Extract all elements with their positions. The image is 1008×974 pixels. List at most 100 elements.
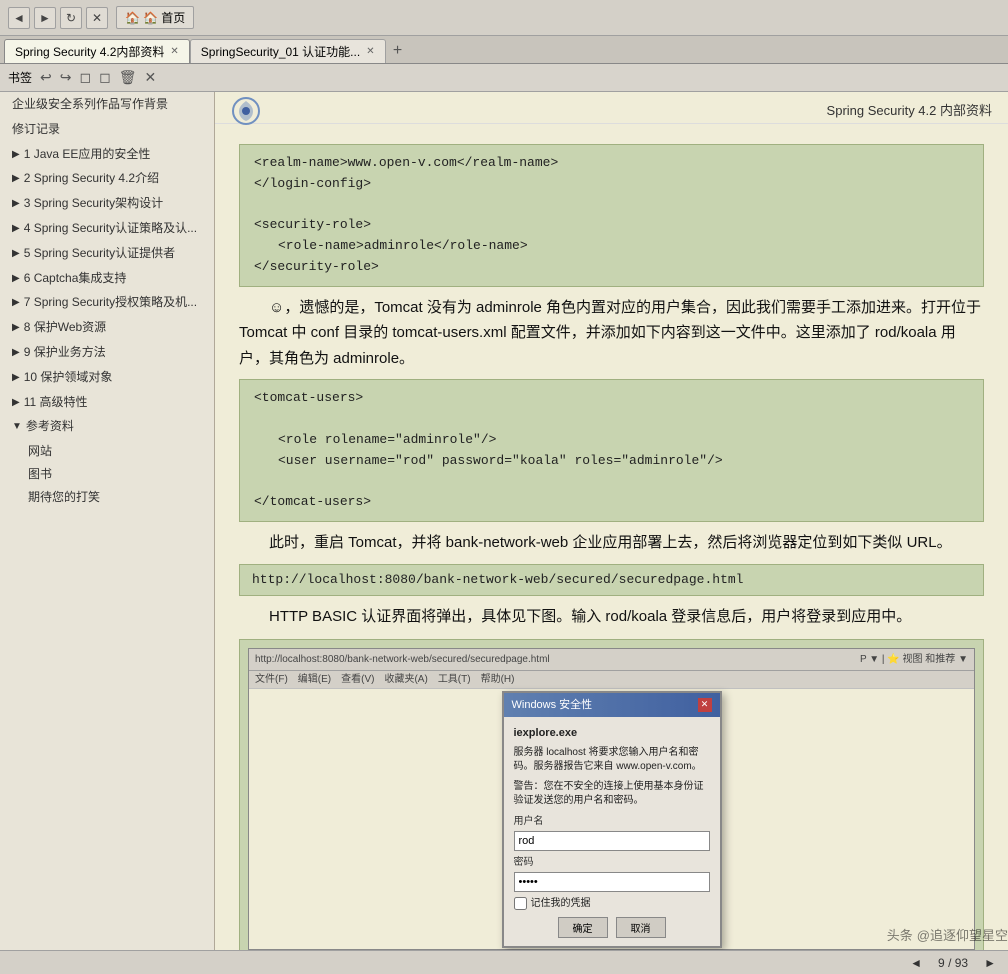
dialog-warning: 警告：您在不安全的连接上使用基本身份证验证发送您的用户名和密码。 [514,780,710,808]
nav-next-page[interactable]: ► [984,956,996,970]
sidebar-label-9: 9 保护业务方法 [24,344,106,361]
sidebar-item-background[interactable]: 企业级安全系列作品写作背景 [0,92,214,117]
main-area: 企业级安全系列作品写作背景 修订记录 ▶ 1 Java EE应用的安全性 ▶ 2… [0,92,1008,950]
dialog-button-row: 确定 取消 [514,917,710,938]
sidebar-item-4[interactable]: ▶ 4 Spring Security认证策略及认... [0,216,214,241]
sidebar-label-6: 6 Captcha集成支持 [24,270,127,287]
bookmark-delete-icon[interactable]: 🗑 [119,69,137,86]
sidebar-arrow-12: ▼ [12,420,22,434]
content-area: Spring Security 4.2 内部资料 <realm-name>www… [215,92,1008,950]
bookmark-back-icon[interactable]: ↩ [40,69,52,86]
login-dialog: Windows 安全性 ✕ iexplore.exe 服务器 localhost… [502,691,722,948]
sidebar-arrow-1: ▶ [12,148,20,162]
username-input[interactable] [514,831,710,851]
fake-browser-url: http://localhost:8080/bank-network-web/s… [255,651,550,668]
tab-close-2[interactable]: ✕ [366,46,374,57]
sidebar-label-10: 10 保护领域对象 [24,369,113,386]
fake-browser-controls: P ▼ | ⭐ 视图 和推荐 ▼ [860,651,968,668]
nav-prev-page[interactable]: ◄ [910,956,922,970]
nav-refresh-button[interactable]: ↻ [60,7,82,29]
home-icon: 🏠 [125,11,140,25]
menu-tools: 工具(T) [438,671,471,688]
menu-edit: 编辑(E) [298,671,331,688]
sidebar-item-6[interactable]: ▶ 6 Captcha集成支持 [0,266,214,291]
content-header-title: Spring Security 4.2 内部资料 [827,100,992,119]
xml2-line-3: <user username="rod" password="koala" ro… [254,451,969,472]
sidebar-arrow-2: ▶ [12,172,20,186]
sidebar-sub-website[interactable]: 网站 [0,439,214,462]
sidebar-item-10[interactable]: ▶ 10 保护领域对象 [0,365,214,390]
sidebar-label-4: 4 Spring Security认证策略及认... [24,220,197,237]
password-label: 密码 [514,855,710,870]
sidebar-label-12: 参考资料 [26,418,74,435]
dialog-message: 服务器 localhost 将要求您输入用户名和密码。服务器报告它来自 www.… [514,746,710,774]
sidebar-label-3: 3 Spring Security架构设计 [24,195,163,212]
sidebar-item-8[interactable]: ▶ 8 保护Web资源 [0,315,214,340]
url-text: http://localhost:8080/bank-network-web/s… [252,572,743,587]
screenshot-container: http://localhost:8080/bank-network-web/s… [239,639,984,950]
sidebar-arrow-10: ▶ [12,371,20,385]
sidebar-item-9[interactable]: ▶ 9 保护业务方法 [0,340,214,365]
home-label: 🏠 首页 [143,9,185,26]
tab-spring-security[interactable]: Spring Security 4.2内部资料 ✕ [4,39,190,63]
page-number: 9 / 93 [938,956,968,970]
password-input[interactable] [514,872,710,892]
tab-close-1[interactable]: ✕ [170,46,178,57]
cancel-button[interactable]: 取消 [616,917,666,938]
current-page: 9 [938,956,945,970]
remember-label: 记住我的凭据 [531,896,591,911]
dialog-title-bar: Windows 安全性 ✕ [504,693,720,718]
xml2-line-2: <role rolename="adminrole"/> [254,430,969,451]
dialog-app-name: iexplore.exe [514,725,710,742]
sidebar-item-11[interactable]: ▶ 11 高级特性 [0,390,214,415]
ok-button[interactable]: 确定 [558,917,608,938]
nav-back-button[interactable]: ◄ [8,7,30,29]
nav-forward-button[interactable]: ► [34,7,56,29]
sidebar-sub-books[interactable]: 图书 [0,462,214,485]
fake-browser-address-bar: http://localhost:8080/bank-network-web/s… [249,649,974,671]
bookmark-forward-icon[interactable]: ↪ [60,69,72,86]
sidebar-arrow-7: ▶ [12,296,20,310]
paragraph-1: ☺，遗憾的是，Tomcat 没有为 adminrole 角色内置对应的用户集合，… [239,295,984,372]
sidebar-item-revision[interactable]: 修订记录 [0,117,214,142]
sidebar-item-7[interactable]: ▶ 7 Spring Security授权策略及机... [0,290,214,315]
sidebar: 企业级安全系列作品写作背景 修订记录 ▶ 1 Java EE应用的安全性 ▶ 2… [0,92,215,950]
nav-stop-button[interactable]: ✕ [86,7,108,29]
sidebar-arrow-4: ▶ [12,222,20,236]
sidebar-item-5[interactable]: ▶ 5 Spring Security认证提供者 [0,241,214,266]
sidebar-item-2[interactable]: ▶ 2 Spring Security 4.2介绍 [0,166,214,191]
xml-line-4: <role-name>adminrole</role-name> [254,236,969,257]
sidebar-item-12[interactable]: ▼ 参考资料 [0,414,214,439]
username-label: 用户名 [514,814,710,829]
sidebar-item-1[interactable]: ▶ 1 Java EE应用的安全性 [0,142,214,167]
dialog-close-button[interactable]: ✕ [698,698,712,712]
content-header: Spring Security 4.2 内部资料 [215,92,1008,124]
sidebar-sub-expect[interactable]: 期待您的打笑 [0,485,214,508]
sidebar-item-3[interactable]: ▶ 3 Spring Security架构设计 [0,191,214,216]
xml-block-2: <tomcat-users> <role rolename="adminrole… [239,379,984,522]
content-logo [231,96,261,126]
menu-file: 文件(F) [255,671,288,688]
url-bar: http://localhost:8080/bank-network-web/s… [239,564,984,596]
bookmark-icon-1[interactable]: ◻ [79,69,91,86]
fake-browser-menu: 文件(F) 编辑(E) 查看(V) 收藏夹(A) 工具(T) 帮助(H) [249,671,974,689]
bookmark-close-icon[interactable]: ✕ [145,69,157,86]
sidebar-arrow-6: ▶ [12,272,20,286]
paragraph-2: 此时，重启 Tomcat，并将 bank-network-web 企业应用部署上… [239,530,984,556]
xml-line-3: <security-role> [254,217,371,232]
xml-line-1: <realm-name>www.open-v.com</realm-name> [254,155,558,170]
tab-label-2: SpringSecurity_01 认证功能... [201,43,360,60]
home-button[interactable]: 🏠 🏠 首页 [116,6,194,29]
menu-view: 查看(V) [341,671,374,688]
remember-checkbox[interactable] [514,897,527,910]
tab-bar: Spring Security 4.2内部资料 ✕ SpringSecurity… [0,36,1008,64]
xml-line-5: </security-role> [254,259,379,274]
bookmark-icon-2[interactable]: ◻ [99,69,111,86]
tab-add-button[interactable]: + [386,39,410,63]
menu-help: 帮助(H) [481,671,515,688]
xml-block-1: <realm-name>www.open-v.com</realm-name> … [239,144,984,287]
browser-toolbar: ◄ ► ↻ ✕ 🏠 🏠 首页 [0,0,1008,36]
status-bar: ◄ 9 / 93 ► [0,950,1008,974]
tab-spring-security-2[interactable]: SpringSecurity_01 认证功能... ✕ [190,39,386,63]
dialog-body: iexplore.exe 服务器 localhost 将要求您输入用户名和密码。… [504,717,720,946]
